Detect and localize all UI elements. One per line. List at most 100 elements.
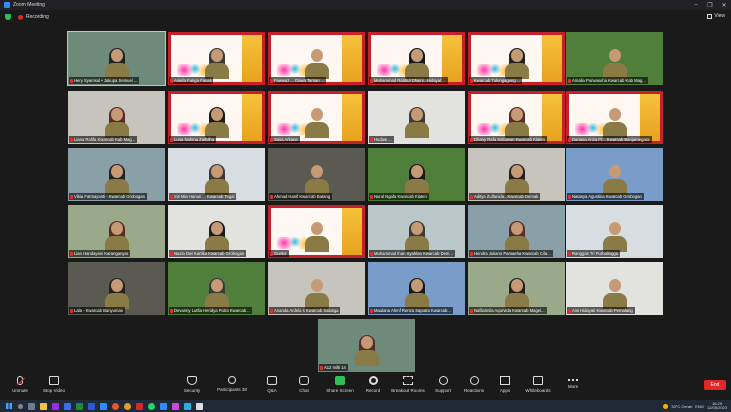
search-icon[interactable] (18, 403, 23, 409)
mic-muted-icon (568, 251, 571, 256)
participant-name-label: Dhany Rafa Setiawan Kwarcab Klaten (469, 136, 547, 143)
participants-label: Participants 38 (217, 387, 247, 392)
media-icon[interactable] (172, 402, 179, 410)
premiere-icon[interactable] (52, 402, 59, 410)
firefox-icon[interactable] (124, 402, 131, 410)
mic-muted-icon (568, 78, 571, 83)
participant-tile[interactable]: Hudaw ... (368, 91, 465, 144)
participant-tile[interactable]: Muhammad Rabbul Dhaini...Hidayat ... (368, 32, 465, 85)
participant-tile[interactable]: Hendra Juliano Pamaeha Kwarcab Cila... (468, 205, 565, 258)
window-title: Zoom Meeting (13, 2, 45, 8)
app-icon[interactable] (196, 402, 203, 410)
participant-name-label: Hery Syamsul • Jakupa Semuel ... (69, 77, 140, 84)
participant-tile[interactable]: Ranggas Tri Purbalingga (566, 205, 663, 258)
taskbar-clock[interactable]: 16:29 12/06/2023 (707, 401, 727, 411)
participant-name: Aini Hidayati Kwarcab Pemalang (572, 308, 633, 313)
participant-tile[interactable]: Liana Rafifa Kwarcab Kab Mag... (68, 91, 165, 144)
more-button[interactable]: More (555, 376, 591, 400)
stop-video-button[interactable]: Stop Video (36, 376, 72, 400)
participant-name: Muhammad Rabbul Dhaini...Hidayat ... (374, 78, 446, 83)
participant-tile[interactable]: Kwarcab Tulungagung ... (468, 32, 565, 85)
minimize-icon[interactable]: – (689, 2, 703, 8)
view-button[interactable]: View (707, 13, 725, 19)
task-view-icon[interactable] (28, 402, 35, 410)
end-meeting-button[interactable]: End (704, 380, 726, 390)
participant-tile[interactable]: Aniefa Fanga Fanali (168, 32, 265, 85)
whiteboards-label: Whiteboards (525, 388, 551, 393)
windows-start-icon[interactable] (6, 403, 12, 409)
participant-video (204, 278, 229, 309)
participant-name: A12 milk 14 (324, 365, 346, 370)
participant-name: Ahmad Hanif Kwarcab Batang (274, 194, 331, 199)
unmute-label: Unmute (12, 388, 28, 393)
participant-tile[interactable]: Nazia Dwi Kartika Kwarcab Grobogan (168, 205, 265, 258)
support-icon (438, 376, 448, 385)
participant-tile[interactable]: Luna Nahma Zaifulha (168, 91, 265, 144)
participant-tile[interactable]: Fawwaz ... Dawa Tarsan ... (268, 32, 365, 85)
participant-video (304, 108, 329, 138)
photoshop-icon[interactable] (64, 402, 71, 410)
zoom-app-icon[interactable] (160, 402, 167, 410)
participant-tile[interactable]: Nafilatmila Aqurvida Kwarcab Magel... (468, 262, 565, 315)
participant-tile[interactable]: Guntur (268, 205, 365, 258)
participant-tile[interactable]: Lala - Kwarcab Banyumas (68, 262, 165, 315)
word-icon[interactable] (88, 402, 95, 410)
share-screen-label: Share Screen (326, 388, 354, 393)
security-button[interactable]: Security (174, 376, 210, 400)
support-label: Support (435, 388, 451, 393)
mic-muted-icon (320, 365, 323, 370)
participant-tile[interactable]: Amalia Purwasuha Kwarcab Kab Mag... (566, 32, 663, 85)
breakout-rooms-icon (403, 376, 413, 385)
participant-video (404, 107, 429, 138)
participant-name: Natasya Agustina Kwarcab Grobogan (572, 194, 642, 199)
unmute-button[interactable]: Unmute (2, 376, 38, 400)
participant-name-label: Lian Handayani Karanganyar (69, 250, 131, 257)
maximize-icon[interactable]: ❐ (703, 2, 717, 9)
participant-tile[interactable]: Aini Hidayati Kwarcab Pemalang (566, 262, 663, 315)
excel-icon[interactable] (76, 402, 83, 410)
chat-button[interactable]: Chat (286, 376, 322, 400)
participant-video (304, 165, 329, 195)
participant-tile[interactable]: Aditya Zulfanida...Kwarcab Demak (468, 148, 565, 201)
more-icon (568, 376, 578, 381)
participant-tile[interactable]: Nurul Ngafa Kwarcab Klaten (368, 148, 465, 201)
participant-tile[interactable]: Hery Syamsul • Jakupa Semuel ... (67, 31, 166, 86)
file-explorer-icon[interactable] (40, 402, 47, 410)
grid-view-icon (707, 13, 713, 19)
breakout-rooms-button[interactable]: Breakout Rooms (390, 376, 426, 400)
whiteboards-button[interactable]: Whiteboards (520, 376, 556, 400)
participant-tile[interactable]: Dhany Rafa Setiawan Kwarcab Klaten (468, 91, 565, 144)
close-icon[interactable]: ✕ (717, 2, 731, 9)
qa-icon (267, 376, 277, 385)
participant-tile[interactable]: Lian Handayani Karanganyar (68, 205, 165, 258)
participant-tile[interactable]: A12 milk 14 (318, 319, 415, 372)
participant-name: Dariana Ariza Pr... Kwarcab Banjarnegara (572, 137, 650, 142)
zoom-taskbar-icon[interactable] (100, 402, 107, 410)
participant-tile[interactable]: Siti Mia Hanun ... Kwarcab Tegal (168, 148, 265, 201)
participant-tile[interactable]: Devanny Lutfia Heridya Putra Kwarcab... (168, 262, 265, 315)
qa-button[interactable]: Q&A (254, 376, 290, 400)
record-button[interactable]: Record (355, 376, 391, 400)
participant-tile[interactable]: Ahmad Hanif Kwarcab Batang (268, 148, 365, 201)
chrome-icon[interactable] (112, 402, 119, 410)
apps-button[interactable]: Apps (487, 376, 523, 400)
participant-tile[interactable]: Dariana Ariza Pr... Kwarcab Banjarnegara (566, 91, 663, 144)
acrobat-icon[interactable] (136, 402, 143, 410)
share-screen-button[interactable]: Share Screen (322, 376, 358, 400)
whatsapp-icon[interactable] (148, 402, 155, 410)
participants-button[interactable]: Participants 38 (214, 376, 250, 400)
participant-tile[interactable]: Muhammad Ihan Syahfan Kwarcab Dem... (368, 205, 465, 258)
participant-tile[interactable]: Natasya Agustina Kwarcab Grobogan (566, 148, 663, 201)
qa-label: Q&A (267, 388, 277, 393)
participant-name-label: Siti Mia Hanun ... Kwarcab Tegal (169, 193, 237, 200)
participant-tile[interactable]: Sasa Arkana (268, 91, 365, 144)
participant-video (404, 164, 429, 195)
language-indicator[interactable]: ENG (695, 404, 704, 409)
participant-tile[interactable]: Maulana Ahmf Renza Saputra Kwarcab... (368, 262, 465, 315)
edge-icon[interactable] (184, 402, 191, 410)
participant-tile[interactable]: Vibia Fatmayanti - Kwarcab Grobogan (68, 148, 165, 201)
security-shield-icon[interactable] (5, 14, 11, 20)
participant-video (204, 221, 229, 252)
participant-tile[interactable]: Ananda Ardela s Kwarcab Salatiga (268, 262, 365, 315)
participant-name-label: Ahmad Hanif Kwarcab Batang (269, 193, 333, 200)
